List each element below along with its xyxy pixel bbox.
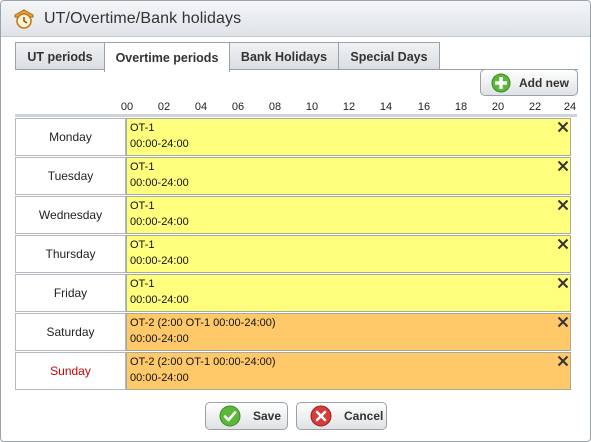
tick-label: 24 (563, 101, 577, 113)
overtime-period-bar[interactable]: OT-1 00:00-24:00 (126, 118, 571, 156)
period-name: OT-1 (130, 161, 155, 173)
hour-axis: 00 02 04 06 08 10 12 14 16 18 20 22 24 (1, 97, 590, 115)
dialog-title: UT/Overtime/Bank holidays (44, 10, 242, 27)
tick-label: 06 (231, 101, 245, 113)
close-icon[interactable] (557, 238, 569, 250)
cancel-circle-icon (310, 405, 332, 427)
day-row-thursday: Thursday OT-1 00:00-24:00 (15, 235, 571, 273)
title-bar: UT/Overtime/Bank holidays (1, 1, 590, 37)
day-label: Monday (15, 118, 126, 156)
dialog-window: UT/Overtime/Bank holidays UT periods Ove… (0, 0, 591, 442)
cancel-button[interactable]: Cancel (296, 402, 387, 430)
tick-label: 22 (528, 101, 542, 113)
day-row-friday: Friday OT-1 00:00-24:00 (15, 274, 571, 312)
add-new-button[interactable]: Add new (480, 69, 578, 96)
tick-label: 00 (120, 101, 134, 113)
tick-label: 16 (417, 101, 431, 113)
period-time: 00:00-24:00 (130, 138, 189, 150)
tab-special-days[interactable]: Special Days (338, 42, 440, 70)
overtime-period-bar[interactable]: OT-1 00:00-24:00 (126, 274, 571, 312)
period-name: OT-2 (2:00 OT-1 00:00-24:00) (130, 356, 276, 368)
day-label: Tuesday (15, 157, 126, 195)
add-new-label: Add new (519, 75, 569, 90)
tick-label: 18 (454, 101, 468, 113)
tab-overtime-periods[interactable]: Overtime periods (104, 42, 230, 72)
plus-circle-icon (491, 73, 511, 92)
day-label: Wednesday (15, 196, 126, 234)
check-circle-icon (219, 405, 241, 427)
period-name: OT-1 (130, 239, 155, 251)
period-name: OT-1 (130, 122, 155, 134)
save-button[interactable]: Save (205, 402, 288, 430)
period-time: 00:00-24:00 (130, 372, 189, 384)
tick-label: 02 (157, 101, 171, 113)
tick-label: 14 (379, 101, 393, 113)
cancel-label: Cancel (344, 409, 384, 423)
tab-ut-periods[interactable]: UT periods (15, 42, 105, 70)
period-name: OT-1 (130, 200, 155, 212)
day-label: Saturday (15, 313, 126, 351)
day-label: Thursday (15, 235, 126, 273)
period-time: 00:00-24:00 (130, 333, 189, 345)
tick-label: 08 (268, 101, 282, 113)
tick-label: 20 (491, 101, 505, 113)
overtime-period-bar[interactable]: OT-2 (2:00 OT-1 00:00-24:00) 00:00-24:00 (126, 352, 571, 390)
overtime-period-bar[interactable]: OT-1 00:00-24:00 (126, 235, 571, 273)
close-icon[interactable] (557, 355, 569, 367)
close-icon[interactable] (557, 160, 569, 172)
tick-label: 10 (305, 101, 319, 113)
day-row-monday: Monday OT-1 00:00-24:00 (15, 118, 571, 156)
day-label: Friday (15, 274, 126, 312)
tab-bank-holidays[interactable]: Bank Holidays (229, 42, 339, 70)
close-icon[interactable] (557, 316, 569, 328)
close-icon[interactable] (557, 121, 569, 133)
period-time: 00:00-24:00 (130, 177, 189, 189)
period-time: 00:00-24:00 (130, 255, 189, 267)
tick-label: 04 (194, 101, 208, 113)
overtime-period-bar[interactable]: OT-2 (2:00 OT-1 00:00-24:00) 00:00-24:00 (126, 313, 571, 351)
overtime-period-bar[interactable]: OT-1 00:00-24:00 (126, 196, 571, 234)
period-time: 00:00-24:00 (130, 294, 189, 306)
tick-label: 12 (342, 101, 356, 113)
close-icon[interactable] (557, 277, 569, 289)
day-label: Sunday (15, 352, 126, 390)
axis-line (15, 114, 577, 117)
period-time: 00:00-24:00 (130, 216, 189, 228)
day-row-tuesday: Tuesday OT-1 00:00-24:00 (15, 157, 571, 195)
period-name: OT-1 (130, 278, 155, 290)
save-label: Save (253, 409, 282, 423)
period-name: OT-2 (2:00 OT-1 00:00-24:00) (130, 317, 276, 329)
close-icon[interactable] (557, 199, 569, 211)
overtime-period-bar[interactable]: OT-1 00:00-24:00 (126, 157, 571, 195)
day-row-sunday: Sunday OT-2 (2:00 OT-1 00:00-24:00) 00:0… (15, 352, 571, 390)
day-row-wednesday: Wednesday OT-1 00:00-24:00 (15, 196, 571, 234)
overtime-clock-icon (14, 9, 34, 29)
day-row-saturday: Saturday OT-2 (2:00 OT-1 00:00-24:00) 00… (15, 313, 571, 351)
